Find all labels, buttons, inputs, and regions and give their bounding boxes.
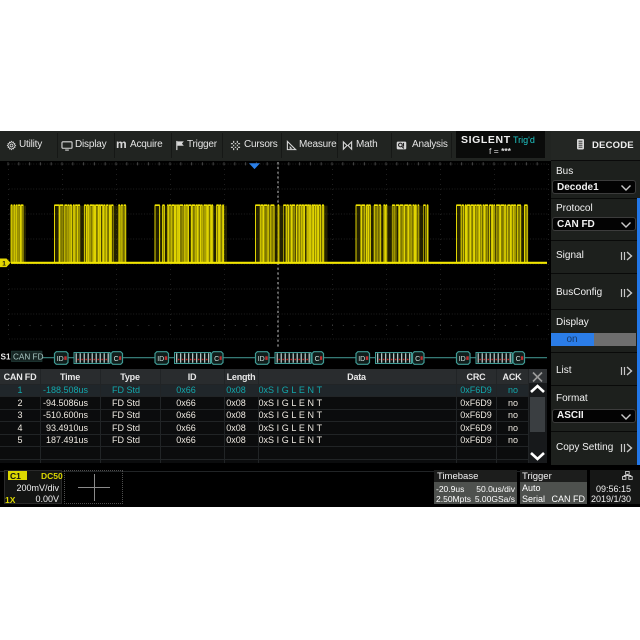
svg-text:C: C bbox=[114, 355, 119, 362]
svg-text:ID: ID bbox=[459, 355, 466, 362]
svg-text:C: C bbox=[315, 355, 320, 362]
svg-text:ID: ID bbox=[258, 355, 265, 362]
svg-text:ID: ID bbox=[157, 355, 164, 362]
svg-text:1: 1 bbox=[2, 260, 6, 267]
svg-text:S1: S1 bbox=[1, 352, 11, 361]
svg-text:ID: ID bbox=[358, 355, 365, 362]
svg-text:C: C bbox=[415, 355, 420, 362]
svg-text:C: C bbox=[214, 355, 219, 362]
svg-text:ID: ID bbox=[57, 355, 64, 362]
svg-text:C: C bbox=[516, 355, 521, 362]
svg-text:CAN FD: CAN FD bbox=[13, 352, 44, 361]
